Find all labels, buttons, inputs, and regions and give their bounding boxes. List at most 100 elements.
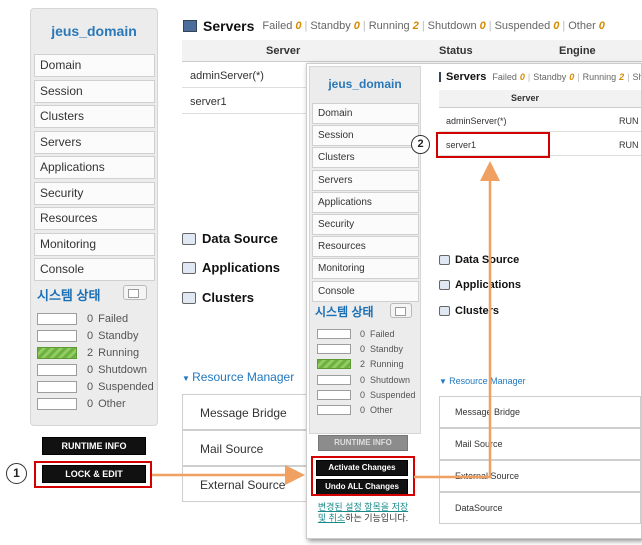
status-label: Running: [98, 347, 140, 359]
section-data-source[interactable]: Data Source: [439, 254, 519, 266]
sidebar-item-security[interactable]: Security: [312, 214, 419, 235]
server-icon: [439, 72, 441, 82]
rm-message-bridge[interactable]: Message Bridge: [439, 396, 641, 428]
status-bar: [317, 344, 351, 355]
sidebar-item-servers[interactable]: Servers: [312, 169, 419, 191]
status-label: Failed: [370, 329, 395, 339]
status-other: 0 Other: [37, 398, 126, 410]
sidebar-item-domain[interactable]: Domain: [312, 103, 419, 124]
server-status: RUN: [619, 116, 639, 126]
count-label: Other: [568, 20, 596, 32]
status-suspended: 0 Suspended: [37, 381, 154, 393]
annotation-2: 2: [411, 135, 430, 154]
sidebar-item-monitoring[interactable]: Monitoring: [34, 232, 155, 256]
count-label: Standby: [310, 20, 351, 32]
status-failed: 0 Failed: [317, 329, 395, 339]
status-bar: [37, 347, 77, 359]
sidebar-item-console[interactable]: Console: [34, 258, 155, 281]
sidebar-item-resources[interactable]: Resources: [312, 236, 419, 258]
status-running: 2 Running: [37, 347, 139, 359]
applications-icon: [439, 280, 450, 290]
status-bar: [317, 405, 351, 415]
sidebar-item-applications[interactable]: Applications: [34, 156, 155, 179]
sidebar-back: jeus_domain Domain Session Clusters Servers…: [30, 8, 158, 426]
status-bar: [37, 313, 77, 325]
count-label: Shutdown: [427, 20, 477, 32]
sidebar-item-resources[interactable]: Resources: [34, 207, 155, 230]
rm-external-source[interactable]: External Source: [439, 460, 641, 492]
sidebar-item-console[interactable]: Console: [312, 280, 419, 302]
data-source-icon: [439, 255, 450, 265]
server-icon: [183, 20, 197, 32]
count-label: Running: [582, 72, 617, 82]
status-bar: [317, 329, 351, 339]
section-applications[interactable]: Applications: [439, 279, 521, 291]
system-status-title: 시스템 상태: [37, 288, 101, 303]
resource-manager-title[interactable]: Resource Manager: [182, 370, 294, 384]
resource-manager-title[interactable]: Resource Manager: [439, 376, 526, 386]
section-clusters[interactable]: Clusters: [439, 305, 499, 317]
count-value: 2: [619, 72, 625, 82]
col-engine: Engine: [559, 45, 596, 57]
status-count: 0: [360, 329, 366, 339]
server-name[interactable]: adminServer(*): [190, 70, 264, 82]
servers-counts: Failed0|Standby0|Running2|Shutdown0|Susp…: [262, 20, 605, 32]
rm-datasource[interactable]: DataSource: [439, 492, 641, 524]
rm-message-bridge[interactable]: Message Bridge: [182, 394, 312, 430]
rm-external-source[interactable]: External Source: [182, 466, 312, 502]
status-count: 2: [87, 347, 94, 359]
server-name[interactable]: adminServer(*): [446, 116, 507, 126]
status-count: 0: [87, 330, 94, 342]
status-label: Failed: [98, 313, 129, 325]
sidebar-item-clusters[interactable]: Clusters: [34, 105, 155, 128]
count-value: 0: [519, 72, 525, 82]
status-shutdown: 0 Shutdown: [317, 374, 411, 385]
status-label: Shutdown: [370, 374, 411, 385]
section-clusters[interactable]: Clusters: [182, 290, 254, 305]
rm-mail-source[interactable]: Mail Source: [439, 428, 641, 460]
status-count: 0: [87, 381, 94, 393]
count-value: 0: [479, 20, 486, 32]
domain-title[interactable]: jeus_domain: [310, 77, 420, 91]
section-data-source[interactable]: Data Source: [182, 231, 278, 246]
system-status-button[interactable]: [123, 285, 147, 300]
status-bar: [37, 330, 77, 342]
rm-mail-source[interactable]: Mail Source: [182, 430, 312, 466]
sidebar-item-servers[interactable]: Servers: [34, 130, 155, 154]
status-label: Standby: [98, 330, 139, 342]
domain-title[interactable]: jeus_domain: [31, 23, 157, 39]
screenshot-after: jeus_domain Domain Session Clusters Servers…: [306, 63, 642, 539]
status-bar: [37, 381, 77, 393]
status-count: 0: [360, 405, 366, 415]
server1-callout: [436, 132, 550, 158]
servers-title: Servers: [446, 71, 487, 83]
status-bar: [37, 364, 77, 376]
status-count: 0: [87, 364, 94, 376]
status-count: 0: [360, 344, 366, 355]
status-count: 2: [360, 359, 366, 370]
server-name[interactable]: server1: [190, 96, 227, 108]
servers-header: Servers Failed0|Standby0|Running2|Shutdo…: [183, 18, 605, 34]
clusters-icon: [182, 291, 196, 304]
status-label: Other: [98, 398, 126, 410]
sidebar-item-clusters[interactable]: Clusters: [312, 147, 419, 169]
status-suspended: 0 Suspended: [317, 389, 416, 400]
sidebar-item-session[interactable]: Session: [34, 79, 155, 103]
servers-header: Servers Failed0|Standby0|Running2|Shutdo…: [439, 71, 641, 83]
col-status: Status: [439, 45, 473, 57]
sidebar-item-monitoring[interactable]: Monitoring: [312, 258, 419, 280]
system-status-button[interactable]: [390, 303, 412, 318]
table-row[interactable]: adminServer(*) RUN: [439, 110, 641, 132]
sidebar-item-domain[interactable]: Domain: [34, 54, 155, 77]
sidebar-item-security[interactable]: Security: [34, 181, 155, 205]
changes-note: 변경된 설정 항목을 저장 및 취소하는 기능입니다.: [317, 502, 409, 523]
status-label: Suspended: [370, 389, 416, 400]
runtime-info-button[interactable]: RUNTIME INFO: [42, 437, 146, 455]
sidebar-front: jeus_domain Domain Session Clusters Servers…: [309, 66, 421, 434]
sidebar-item-session[interactable]: Session: [312, 125, 419, 147]
section-applications[interactable]: Applications: [182, 260, 280, 275]
annotation-1: 1: [6, 463, 27, 484]
sidebar-item-applications[interactable]: Applications: [312, 191, 419, 213]
servers-counts: Failed0|Standby0|Running2|Shutdown0|Susp…: [492, 72, 641, 82]
status-count: 0: [87, 313, 94, 325]
